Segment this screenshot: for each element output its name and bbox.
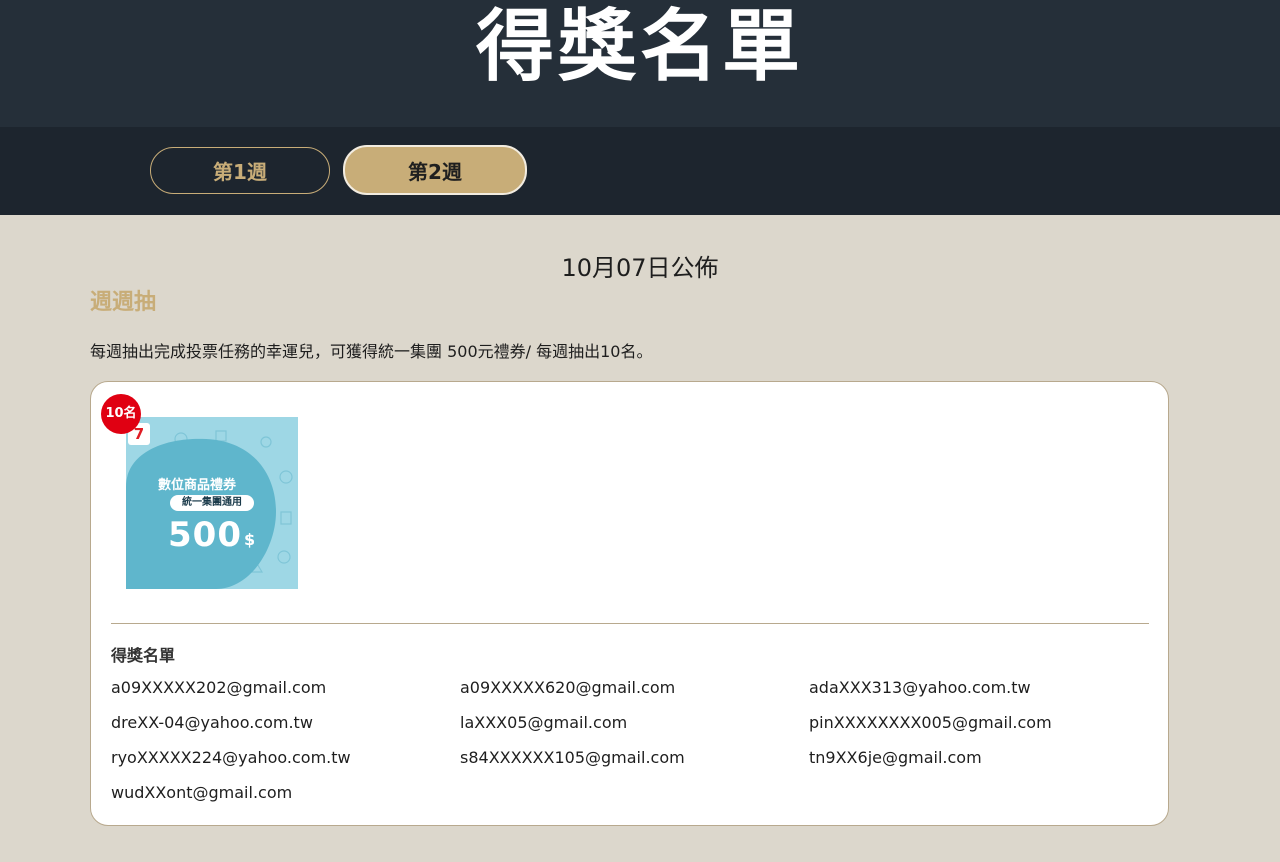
page-header: 得獎名單 [0,0,1280,127]
section-title: 週週抽 [90,290,157,315]
page-title: 得獎名單 [475,2,804,92]
divider [111,623,1149,624]
winner-item: ryoXXXXX224@yahoo.com.tw [111,748,351,767]
tab-week-2[interactable]: 第2週 [343,145,527,195]
winner-item: pinXXXXXXXX005@gmail.com [809,713,1052,732]
winner-item: s84XXXXXX105@gmail.com [460,748,685,767]
prize-card: 7 數位商品禮券 統一集團通用 500 $ 10名 得獎名單 a09XXXXX2… [90,381,1169,826]
winner-item: laXXX05@gmail.com [460,713,628,732]
prize-currency: $ [244,530,256,549]
winner-item: a09XXXXX202@gmail.com [111,678,327,697]
winner-item: wudXXont@gmail.com [111,783,293,802]
winner-item: adaXXX313@yahoo.com.tw [809,678,1031,697]
week-tab-bar: 第1週 第2週 [0,127,1280,215]
tab-week-1[interactable]: 第1週 [150,147,330,194]
prize-label: 數位商品禮券 [157,478,236,493]
winner-item: dreXX-04@yahoo.com.tw [111,713,313,732]
winner-item: a09XXXXX620@gmail.com [460,678,676,697]
winner-item: tn9XX6je@gmail.com [809,748,982,767]
section-description: 每週抽出完成投票任務的幸運兒，可獲得統一集團 500元禮券/ 每週抽出10名。 [90,342,653,361]
publish-date: 10月07日公佈 [561,254,719,282]
prize-amount: 500 [168,515,242,555]
winner-count-badge: 10名 [101,394,141,434]
winners-heading: 得獎名單 [111,646,176,665]
prize-chip: 統一集團通用 [170,495,254,511]
prize-image: 7 數位商品禮券 統一集團通用 500 $ [126,417,298,589]
